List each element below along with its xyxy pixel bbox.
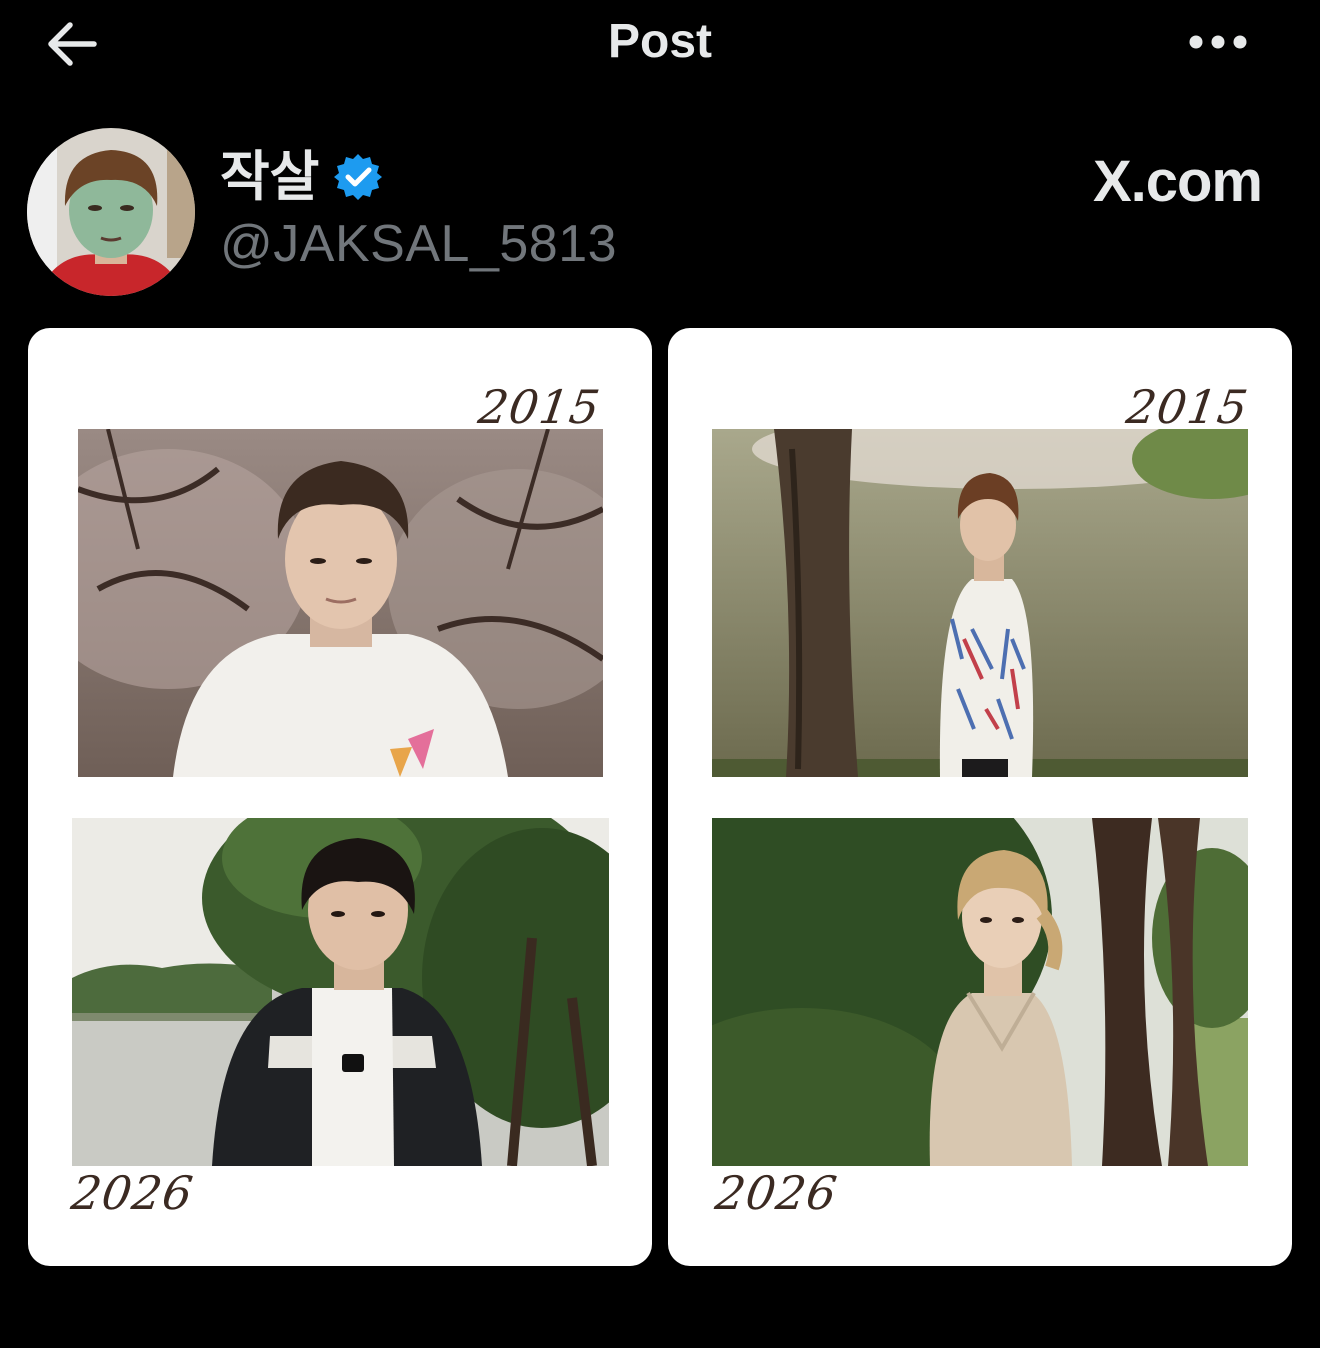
photo-2026-left bbox=[72, 818, 609, 1166]
year-label-top: 2015 bbox=[1123, 380, 1252, 434]
more-options-button[interactable] bbox=[1182, 18, 1262, 68]
avatar[interactable] bbox=[27, 128, 195, 296]
arrow-left-icon bbox=[48, 22, 97, 66]
back-button[interactable] bbox=[40, 12, 104, 76]
year-label-bottom: 2026 bbox=[712, 1166, 841, 1220]
photo-2015-left bbox=[78, 429, 603, 777]
photo-card-right[interactable]: 2015 2026 bbox=[668, 328, 1292, 1266]
photo-card-left[interactable]: 2015 2026 bbox=[28, 328, 652, 1266]
page-title: Post bbox=[607, 15, 712, 68]
author-name-row[interactable]: 작살 bbox=[220, 146, 383, 208]
year-label-bottom: 2026 bbox=[68, 1166, 197, 1220]
photo-2015-right bbox=[712, 429, 1248, 777]
year-label-top: 2015 bbox=[475, 380, 604, 434]
author-handle[interactable]: @JAKSAL_5813 bbox=[220, 214, 617, 274]
source-watermark: X.com bbox=[1092, 149, 1263, 214]
photo-2026-right bbox=[712, 818, 1248, 1166]
top-navigation-bar: Post bbox=[0, 0, 1320, 90]
display-name[interactable]: 작살 bbox=[220, 150, 319, 204]
more-horizontal-icon bbox=[1189, 35, 1247, 49]
verified-badge-icon bbox=[333, 152, 383, 202]
